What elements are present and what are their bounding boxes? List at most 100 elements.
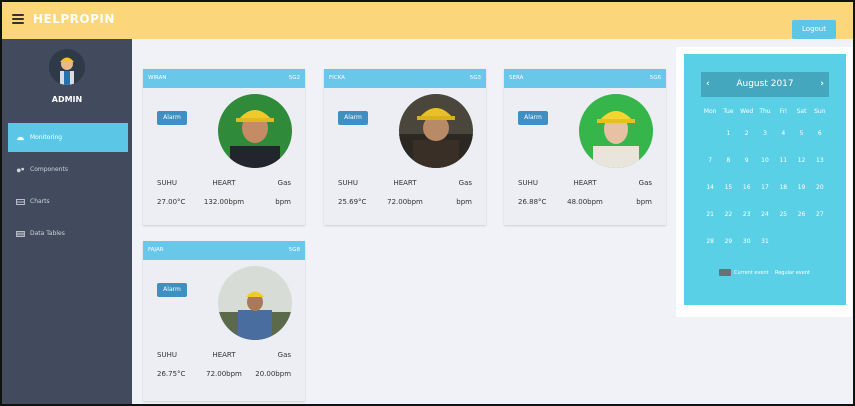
chart-icon bbox=[16, 198, 25, 205]
gas-value: bpm bbox=[275, 198, 292, 206]
current-event-swatch bbox=[719, 269, 731, 276]
calendar-day[interactable]: 26 bbox=[792, 211, 810, 218]
chevron-right-icon[interactable]: › bbox=[820, 72, 824, 97]
sidebar-item-charts[interactable]: Charts bbox=[8, 187, 128, 216]
calendar-week: 21 22 23 24 25 26 27 bbox=[701, 201, 829, 228]
worker-id: 5G3 bbox=[469, 75, 481, 81]
worker-name: FAJAR bbox=[148, 247, 164, 253]
calendar-day[interactable]: 5 bbox=[792, 130, 810, 137]
weekday-label: Fri bbox=[779, 107, 787, 115]
sidebar-item-monitoring[interactable]: Monitoring bbox=[8, 123, 128, 152]
sidebar-item-components[interactable]: Components bbox=[8, 155, 128, 184]
calendar-day[interactable]: 15 bbox=[719, 184, 737, 191]
calendar-week: 1 2 3 4 5 6 bbox=[701, 120, 829, 147]
worker-card: FAJAR 5G8 Alarm SUHU HEART Gas 26.75°C 72.00… bbox=[143, 241, 305, 401]
vital-stats: SUHU HEART Gas 26.75°C 72.00bpm 20.00bpm bbox=[143, 346, 305, 384]
card-header: FAJAR 5G8 bbox=[143, 241, 305, 260]
calendar-grid: Mon Tue Wed Thu Fri Sat Sun 1 2 3 4 5 6 bbox=[701, 102, 829, 255]
calendar-day[interactable]: 11 bbox=[774, 157, 792, 164]
card-header: FICKA 5G3 bbox=[324, 69, 486, 88]
menu-icon[interactable] bbox=[12, 14, 24, 24]
sidebar-item-data-tables[interactable]: Data Tables bbox=[8, 219, 128, 248]
calendar-day[interactable]: 28 bbox=[701, 238, 719, 245]
worker-card: FICKA 5G3 Alarm SUHU HEART Gas 25.69°C 72.00… bbox=[324, 69, 486, 225]
worker-name: WIRAN bbox=[148, 75, 167, 81]
heart-label: HEART bbox=[573, 179, 597, 187]
calendar-day[interactable]: 4 bbox=[774, 130, 792, 137]
calendar-day[interactable]: 24 bbox=[756, 211, 774, 218]
calendar-day[interactable]: 30 bbox=[738, 238, 756, 245]
heart-label: HEART bbox=[393, 179, 417, 187]
alarm-button[interactable]: Alarm bbox=[338, 111, 368, 125]
calendar-day[interactable]: 6 bbox=[811, 130, 829, 137]
calendar-day[interactable]: 14 bbox=[701, 184, 719, 191]
calendar-day[interactable]: 22 bbox=[719, 211, 737, 218]
calendar-day[interactable]: 1 bbox=[719, 130, 737, 137]
calendar-day[interactable]: 9 bbox=[738, 157, 756, 164]
vital-stats: SUHU HEART Gas 26.88°C 48.00bpm bpm bbox=[504, 174, 666, 212]
calendar-day[interactable]: 8 bbox=[719, 157, 737, 164]
vital-stats: SUHU HEART Gas 25.69°C 72.00bpm bpm bbox=[324, 174, 486, 212]
vital-stats: SUHU HEART Gas 27.00°C 132.00bpm bpm bbox=[143, 174, 305, 212]
alarm-button[interactable]: Alarm bbox=[157, 111, 187, 125]
calendar-day[interactable]: 2 bbox=[738, 130, 756, 137]
sidebar-item-label: Data Tables bbox=[30, 230, 65, 237]
calendar-day[interactable]: 3 bbox=[756, 130, 774, 137]
heart-label: HEART bbox=[212, 179, 236, 187]
calendar-day[interactable]: 20 bbox=[811, 184, 829, 191]
calendar-day[interactable]: 27 bbox=[811, 211, 829, 218]
calendar-day[interactable]: 31 bbox=[756, 238, 774, 245]
logout-button[interactable]: Logout bbox=[792, 20, 836, 39]
suhu-label: SUHU bbox=[518, 179, 538, 187]
weekday-label: Tue bbox=[723, 107, 734, 115]
calendar-week: 14 15 16 17 18 19 20 bbox=[701, 174, 829, 201]
calendar-day[interactable]: 13 bbox=[811, 157, 829, 164]
worker-id: 5G8 bbox=[288, 247, 300, 253]
calendar-day[interactable]: 25 bbox=[774, 211, 792, 218]
calendar-week: 28 29 30 31 bbox=[701, 228, 829, 255]
calendar-day[interactable]: 16 bbox=[738, 184, 756, 191]
calendar-day[interactable]: 19 bbox=[792, 184, 810, 191]
calendar-day[interactable]: 7 bbox=[701, 157, 719, 164]
worker-photo-image bbox=[218, 266, 292, 340]
suhu-label: SUHU bbox=[157, 179, 177, 187]
suhu-value: 26.75°C bbox=[157, 370, 186, 378]
alarm-button[interactable]: Alarm bbox=[157, 283, 187, 297]
cogs-icon bbox=[16, 167, 25, 172]
weekday-label: Thu bbox=[759, 107, 771, 115]
calendar-day[interactable]: 29 bbox=[719, 238, 737, 245]
user-name: ADMIN bbox=[51, 95, 83, 104]
calendar-day[interactable]: 10 bbox=[756, 157, 774, 164]
calendar-day[interactable]: 12 bbox=[792, 157, 810, 164]
worker-id: 5G6 bbox=[649, 75, 661, 81]
calendar-day[interactable]: 17 bbox=[756, 184, 774, 191]
gas-label: Gas bbox=[638, 179, 653, 187]
chevron-left-icon[interactable]: ‹ bbox=[706, 72, 710, 97]
avatar[interactable] bbox=[49, 49, 85, 85]
calendar-weekdays: Mon Tue Wed Thu Fri Sat Sun bbox=[701, 102, 829, 120]
calendar-day[interactable]: 23 bbox=[738, 211, 756, 218]
weekday-label: Sun bbox=[814, 107, 826, 115]
legend-regular: Regular event bbox=[774, 270, 810, 276]
calendar-day[interactable]: 21 bbox=[701, 211, 719, 218]
gas-label: Gas bbox=[277, 179, 292, 187]
worker-id: 5G2 bbox=[288, 75, 300, 81]
gas-label: Gas bbox=[458, 179, 473, 187]
legend-current: Current event bbox=[734, 270, 769, 276]
weekday-label: Mon bbox=[703, 107, 717, 115]
worker-photo bbox=[579, 94, 653, 168]
worker-photo-image bbox=[218, 94, 292, 168]
calendar-legend: Current event Regular event bbox=[719, 269, 810, 276]
alarm-button[interactable]: Alarm bbox=[518, 111, 548, 125]
heart-value: 72.00bpm bbox=[387, 198, 423, 206]
suhu-value: 27.00°C bbox=[157, 198, 186, 206]
top-bar: HELPROPIN Logout bbox=[2, 2, 853, 39]
worker-photo bbox=[218, 266, 292, 340]
calendar-day[interactable]: 18 bbox=[774, 184, 792, 191]
sidebar-item-label: Charts bbox=[30, 198, 50, 205]
gas-value: bpm bbox=[456, 198, 473, 206]
suhu-value: 26.88°C bbox=[518, 198, 547, 206]
worker-photo-image bbox=[579, 94, 653, 168]
dashboard-icon bbox=[17, 136, 24, 140]
worker-photo bbox=[399, 94, 473, 168]
